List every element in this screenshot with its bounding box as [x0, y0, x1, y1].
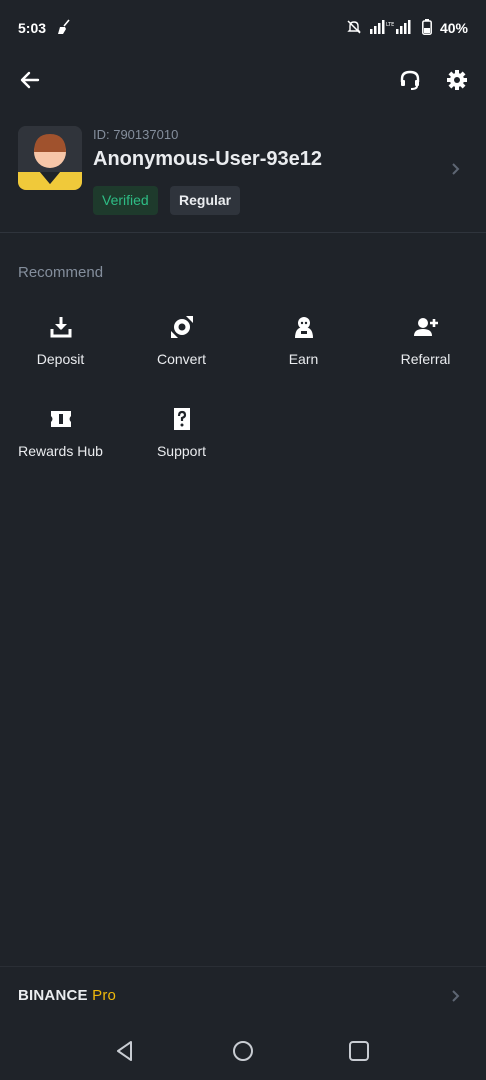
- rewards-hub-label: Rewards Hub: [18, 443, 103, 459]
- support-label: Support: [156, 443, 207, 459]
- earn-shortcut[interactable]: Earn: [243, 314, 364, 386]
- back-button[interactable]: [16, 68, 44, 96]
- user-id: ID: 790137010: [93, 127, 179, 142]
- triangle-back-icon: [113, 1039, 137, 1068]
- square-recents-icon: [347, 1039, 371, 1068]
- headset-icon: [399, 69, 421, 96]
- system-recents-button[interactable]: [345, 1039, 373, 1067]
- earn-icon: [291, 314, 317, 340]
- battery-icon: [422, 18, 432, 38]
- system-navigation-bar: [0, 1025, 486, 1080]
- chevron-right-icon: [450, 989, 462, 1008]
- mute-notification-icon: [346, 19, 362, 38]
- customer-service-button[interactable]: [396, 68, 424, 96]
- status-time: 5:03: [18, 20, 47, 36]
- binance-pro-switch[interactable]: BINANCE Pro: [0, 967, 486, 1025]
- binance-pro-logo: BINANCE Pro: [18, 987, 116, 1004]
- arrow-left-icon: [19, 69, 41, 96]
- status-bar: 5:03 LTE 40%: [0, 0, 486, 56]
- convert-icon: [169, 314, 195, 340]
- svg-text:LTE: LTE: [386, 22, 394, 28]
- convert-label: Convert: [156, 351, 207, 367]
- system-home-button[interactable]: [229, 1039, 257, 1067]
- signal-icon: LTE: [369, 19, 414, 37]
- username: Anonymous-User-93e12: [93, 148, 322, 170]
- brand-suffix: Pro: [92, 987, 117, 1004]
- broom-icon: [56, 18, 72, 38]
- gear-icon: [446, 69, 468, 96]
- brand-name: BINANCE: [18, 987, 88, 1004]
- deposit-shortcut[interactable]: Deposit: [0, 314, 121, 386]
- settings-button[interactable]: [443, 68, 471, 96]
- profile-card[interactable]: ID: 790137010 Anonymous-User-93e12 Verif…: [0, 112, 486, 232]
- help-icon: [169, 406, 195, 432]
- recommend-title: Recommend: [18, 264, 104, 281]
- add-user-icon: [413, 314, 439, 340]
- top-bar: [0, 56, 486, 108]
- ticket-icon: [48, 406, 74, 432]
- deposit-label: Deposit: [36, 351, 85, 367]
- avatar: [18, 126, 82, 190]
- earn-label: Earn: [288, 351, 319, 367]
- support-shortcut[interactable]: Support: [121, 406, 242, 478]
- referral-shortcut[interactable]: Referral: [365, 314, 486, 386]
- convert-shortcut[interactable]: Convert: [121, 314, 242, 386]
- section-divider: [0, 232, 486, 233]
- battery-percent: 40%: [439, 20, 468, 36]
- download-icon: [48, 314, 74, 340]
- referral-label: Referral: [400, 351, 451, 367]
- circle-home-icon: [231, 1039, 255, 1068]
- rewards-hub-shortcut[interactable]: Rewards Hub: [0, 406, 121, 478]
- system-back-button[interactable]: [111, 1039, 139, 1067]
- verified-badge: Verified: [93, 186, 158, 215]
- chevron-right-icon: [450, 162, 462, 181]
- user-level-badge: Regular: [170, 186, 241, 215]
